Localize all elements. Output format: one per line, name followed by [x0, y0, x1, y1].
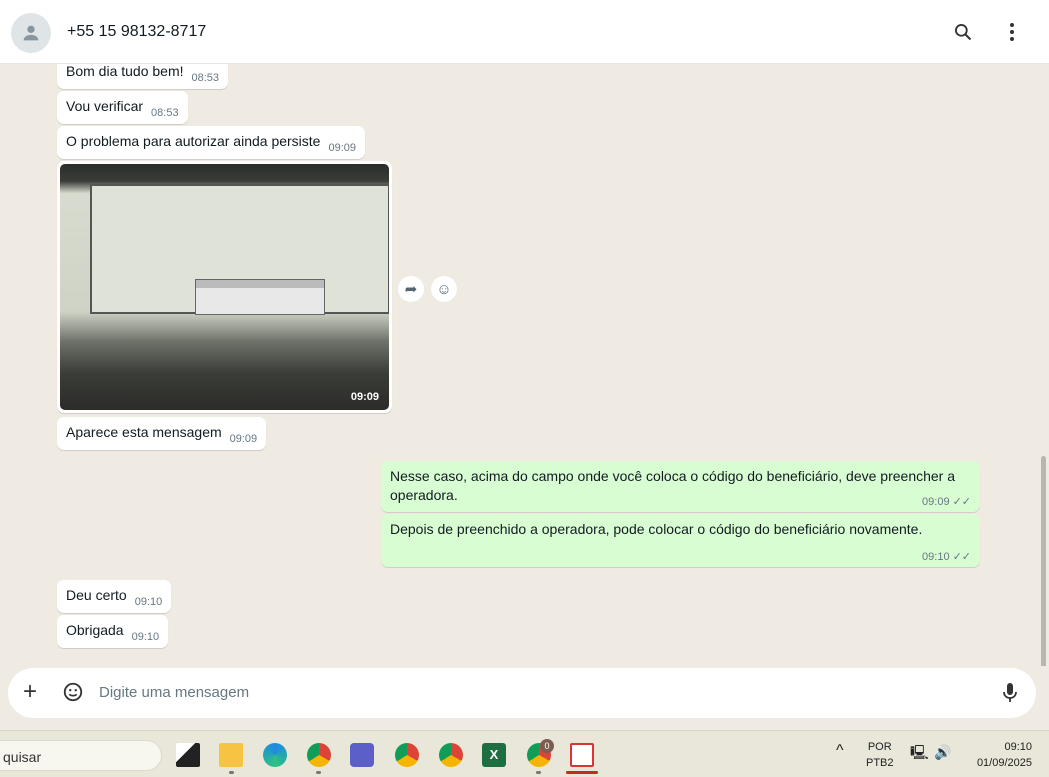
contact-name[interactable]: +55 15 98132-8717 [67, 23, 206, 41]
windows-taskbar: quisar X 0 ^ POR PTB2 🖳 🔊 09:10 01/09/2025 [0, 730, 1049, 777]
message-incoming[interactable]: Vou verificar 08:53 [57, 91, 188, 124]
taskbar-search[interactable]: quisar [0, 740, 162, 771]
profile-badge: 0 [540, 739, 554, 753]
clock-time: 09:10 [1004, 741, 1032, 753]
chevron-up-icon[interactable]: ^ [836, 743, 844, 759]
chrome-profile-icon[interactable] [395, 743, 419, 767]
lang-layout: PTB2 [866, 757, 894, 769]
network-icon[interactable]: 🖳 [910, 744, 929, 760]
edge-icon[interactable] [263, 743, 287, 767]
message-text: Aparece esta mensagem [66, 424, 222, 440]
clock[interactable]: 09:10 01/09/2025 [966, 739, 1032, 771]
message-incoming[interactable]: O problema para autorizar ainda persiste… [57, 126, 365, 159]
lang-code: POR [867, 741, 892, 753]
photo-dialog [195, 279, 325, 315]
forward-icon[interactable]: ➦ [398, 276, 424, 302]
message-incoming[interactable]: Bom dia tudo bem! 08:53 [57, 64, 229, 89]
snipping-tool-icon[interactable] [570, 743, 594, 767]
message-text: Bom dia tudo bem! [66, 64, 184, 79]
double-check-icon: ✓✓ [952, 551, 971, 563]
message-text: Obrigada [66, 622, 124, 638]
message-time: 09:09 [350, 391, 379, 403]
contact-avatar[interactable] [11, 13, 51, 53]
message-time: 09:09 [229, 433, 258, 445]
message-text: Vou verificar [66, 98, 144, 114]
menu-icon[interactable] [1000, 20, 1024, 44]
volume-icon[interactable]: 🔊 [934, 744, 951, 760]
composer: + Digite uma mensagem [8, 668, 1036, 718]
plus-icon[interactable]: + [23, 680, 37, 704]
image-message[interactable]: 09:09 [57, 161, 392, 413]
excel-icon[interactable]: X [482, 743, 506, 767]
photo-thumbnail[interactable]: 09:09 [60, 164, 389, 410]
person-icon [23, 25, 39, 41]
message-time: 09:10 [134, 596, 163, 608]
teams-icon[interactable] [350, 743, 374, 767]
search-icon[interactable] [951, 20, 975, 44]
message-text: O problema para autorizar ainda persiste [66, 133, 321, 149]
task-view-icon[interactable] [176, 743, 200, 767]
sticker-icon[interactable] [62, 681, 84, 708]
message-outgoing[interactable]: Depois de preenchido a operadora, pode c… [381, 514, 980, 567]
message-incoming[interactable]: Deu certo 09:10 [57, 580, 172, 613]
file-explorer-icon[interactable] [219, 743, 243, 767]
message-time: 09:09 [328, 142, 356, 154]
message-text: Depois de preenchido a operadora, pode c… [390, 521, 923, 537]
keyboard-language[interactable]: POR PTB2 [866, 739, 894, 771]
message-text: Nesse caso, acima do campo onde você col… [390, 468, 956, 503]
chrome-profile-icon[interactable] [439, 743, 463, 767]
message-incoming[interactable]: Aparece esta mensagem 09:09 [57, 417, 267, 450]
message-text: Deu certo [66, 587, 127, 603]
emoji-react-icon[interactable]: ☺ [431, 276, 457, 302]
message-time: 09:10 [131, 631, 160, 643]
scrollbar[interactable] [1041, 456, 1046, 666]
double-check-icon: ✓✓ [952, 496, 971, 508]
clock-date: 01/09/2025 [976, 757, 1032, 769]
microphone-icon[interactable] [1002, 682, 1018, 709]
message-incoming[interactable]: Obrigada 09:10 [57, 615, 169, 648]
message-time: 09:10 [922, 551, 950, 563]
message-time: 09:09 [922, 496, 950, 508]
chrome-icon[interactable] [307, 743, 331, 767]
message-time: 08:53 [191, 72, 220, 84]
message-outgoing[interactable]: Nesse caso, acima do campo onde você col… [381, 461, 980, 512]
message-input[interactable]: Digite uma mensagem [99, 684, 249, 701]
message-list: Bom dia tudo bem! 08:53 Vou verificar 08:5… [0, 64, 1049, 666]
chat-header: +55 15 98132-8717 [0, 0, 1049, 64]
message-time: 08:53 [151, 107, 179, 119]
